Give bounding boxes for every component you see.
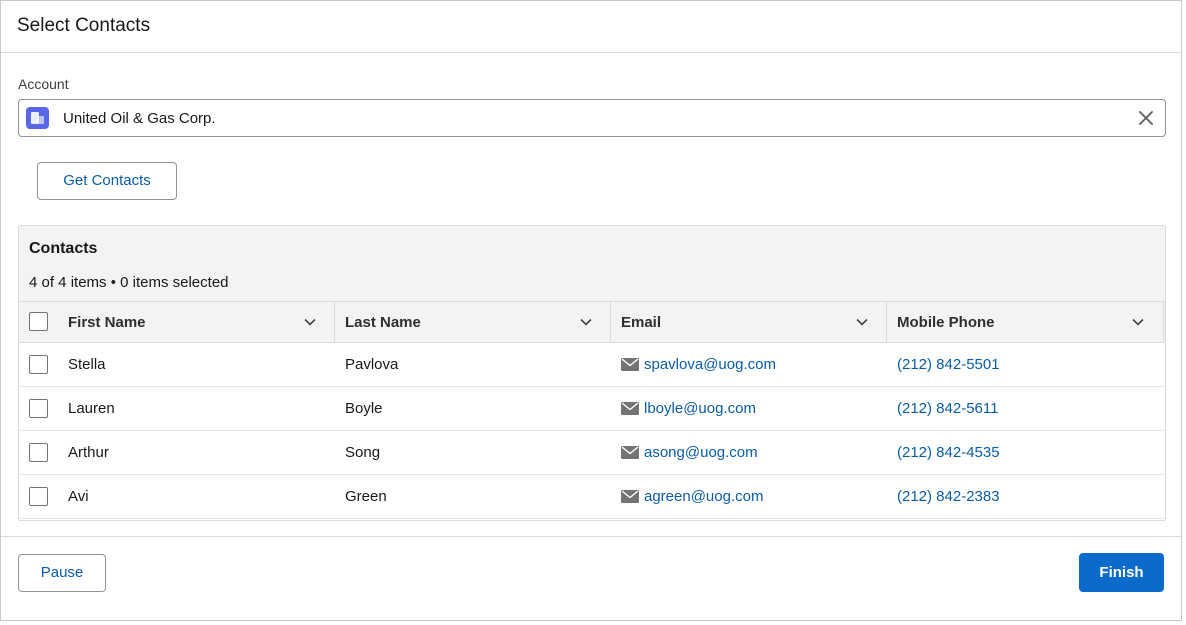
phone-link[interactable]: (212) 842-4535	[897, 444, 1000, 461]
table-row[interactable]: Avi Green agreen@uog.com (212) 842-2383	[19, 475, 1165, 519]
chevron-down-icon[interactable]	[1131, 315, 1145, 329]
table-row[interactable]: Arthur Song asong@uog.com (212) 842-4535	[19, 431, 1165, 475]
finish-button[interactable]: Finish	[1079, 553, 1164, 592]
email-icon	[621, 358, 639, 371]
contacts-card: Contacts 4 of 4 items • 0 items selected…	[18, 225, 1166, 521]
row-checkbox[interactable]	[29, 355, 48, 374]
table-row[interactable]: Stella Pavlova spavlova@uog.com (212) 84…	[19, 343, 1165, 387]
phone-link[interactable]: (212) 842-5611	[897, 400, 998, 417]
row-checkbox[interactable]	[29, 399, 48, 418]
phone-link[interactable]: (212) 842-2383	[897, 488, 1000, 505]
email-link[interactable]: agreen@uog.com	[644, 488, 763, 505]
column-last-name: Last Name	[335, 302, 611, 342]
modal-footer: Pause Finish	[1, 536, 1181, 622]
account-lookup[interactable]: United Oil & Gas Corp.	[18, 99, 1166, 137]
first-name-cell: Avi	[68, 488, 89, 505]
email-icon	[621, 490, 639, 503]
page-title: Select Contacts	[17, 15, 151, 36]
account-field-label: Account	[18, 76, 69, 92]
email-link[interactable]: asong@uog.com	[644, 444, 758, 461]
last-name-cell: Pavlova	[345, 356, 399, 373]
select-all-checkbox[interactable]	[29, 312, 48, 331]
phone-link[interactable]: (212) 842-5501	[897, 356, 1000, 373]
email-link[interactable]: lboyle@uog.com	[644, 400, 756, 417]
first-name-cell: Stella	[68, 356, 106, 373]
column-label: First Name	[68, 314, 146, 331]
row-checkbox[interactable]	[29, 487, 48, 506]
account-value: United Oil & Gas Corp.	[63, 110, 216, 127]
column-label: Last Name	[345, 314, 421, 331]
last-name-cell: Green	[345, 488, 387, 505]
contacts-count: 4 of 4 items • 0 items selected	[29, 274, 229, 291]
modal-header: Select Contacts	[1, 1, 1181, 53]
column-label: Mobile Phone	[897, 314, 995, 331]
last-name-cell: Boyle	[345, 400, 383, 417]
email-icon	[621, 402, 639, 415]
column-email: Email	[611, 302, 887, 342]
select-contacts-modal: Select Contacts Account United Oil & Gas…	[0, 0, 1182, 621]
chevron-down-icon[interactable]	[855, 315, 869, 329]
table-header: First Name Last Name Email Mobile Phone	[19, 301, 1165, 343]
contacts-title: Contacts	[29, 240, 98, 257]
column-label: Email	[621, 314, 662, 331]
chevron-down-icon[interactable]	[303, 315, 317, 329]
get-contacts-button[interactable]: Get Contacts	[37, 162, 177, 200]
chevron-down-icon[interactable]	[579, 315, 593, 329]
first-name-cell: Lauren	[68, 400, 115, 417]
column-first-name: First Name	[19, 302, 335, 342]
first-name-cell: Arthur	[68, 444, 109, 461]
email-icon	[621, 446, 639, 459]
contacts-table: First Name Last Name Email Mobile Phone …	[19, 301, 1165, 520]
column-mobile-phone: Mobile Phone	[887, 302, 1164, 342]
table-row[interactable]: Lauren Boyle lboyle@uog.com (212) 842-56…	[19, 387, 1165, 431]
account-icon	[26, 107, 49, 129]
email-link[interactable]: spavlova@uog.com	[644, 356, 776, 373]
row-checkbox[interactable]	[29, 443, 48, 462]
clear-icon[interactable]	[1138, 110, 1154, 126]
pause-button[interactable]: Pause	[18, 554, 106, 592]
last-name-cell: Song	[345, 444, 381, 461]
